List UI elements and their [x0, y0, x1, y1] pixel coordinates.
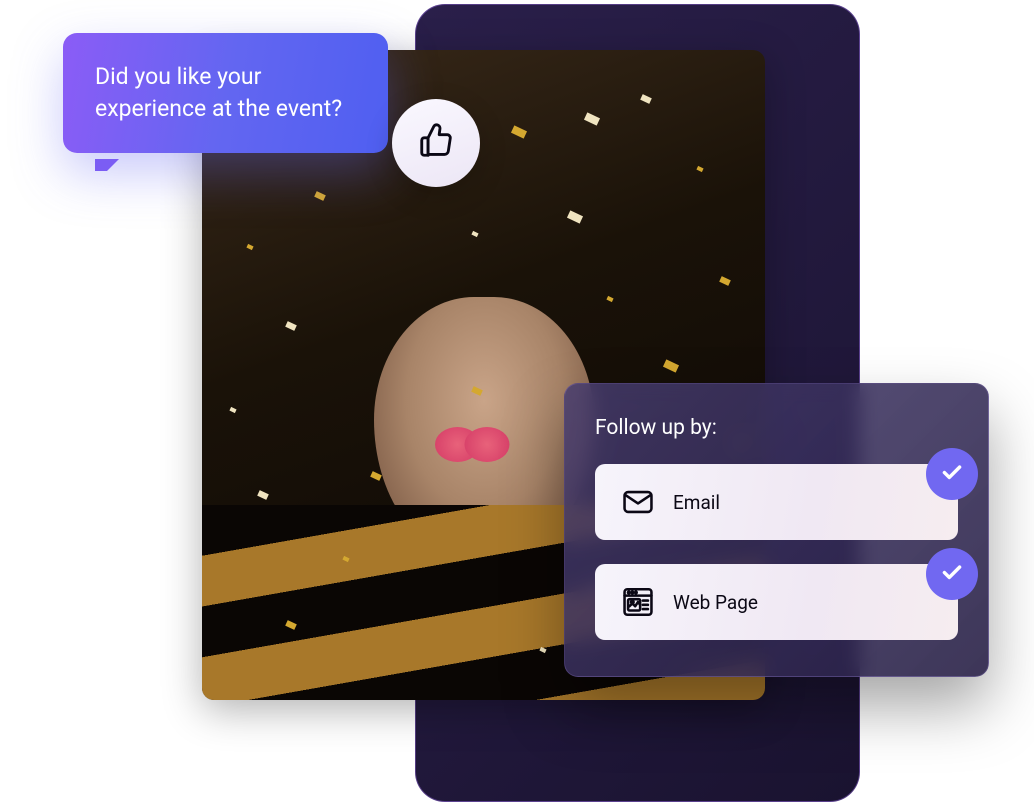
followup-panel: Follow up by: Email	[564, 383, 989, 677]
option-email-label: Email	[673, 491, 720, 514]
email-icon	[621, 485, 655, 519]
check-icon	[939, 459, 965, 489]
option-web-page-label: Web Page	[673, 591, 758, 614]
check-icon	[939, 559, 965, 589]
web-page-icon	[621, 585, 655, 619]
question-bubble: Did you like your experience at the even…	[63, 33, 388, 153]
option-web-page-selected-badge	[926, 548, 978, 600]
option-email[interactable]: Email	[595, 464, 958, 540]
question-text: Did you like your experience at the even…	[95, 63, 342, 122]
option-email-selected-badge	[926, 448, 978, 500]
reaction-badge[interactable]	[392, 99, 480, 187]
followup-title: Follow up by:	[595, 416, 958, 440]
option-web-page[interactable]: Web Page	[595, 564, 958, 640]
thumbs-up-icon	[417, 122, 455, 164]
